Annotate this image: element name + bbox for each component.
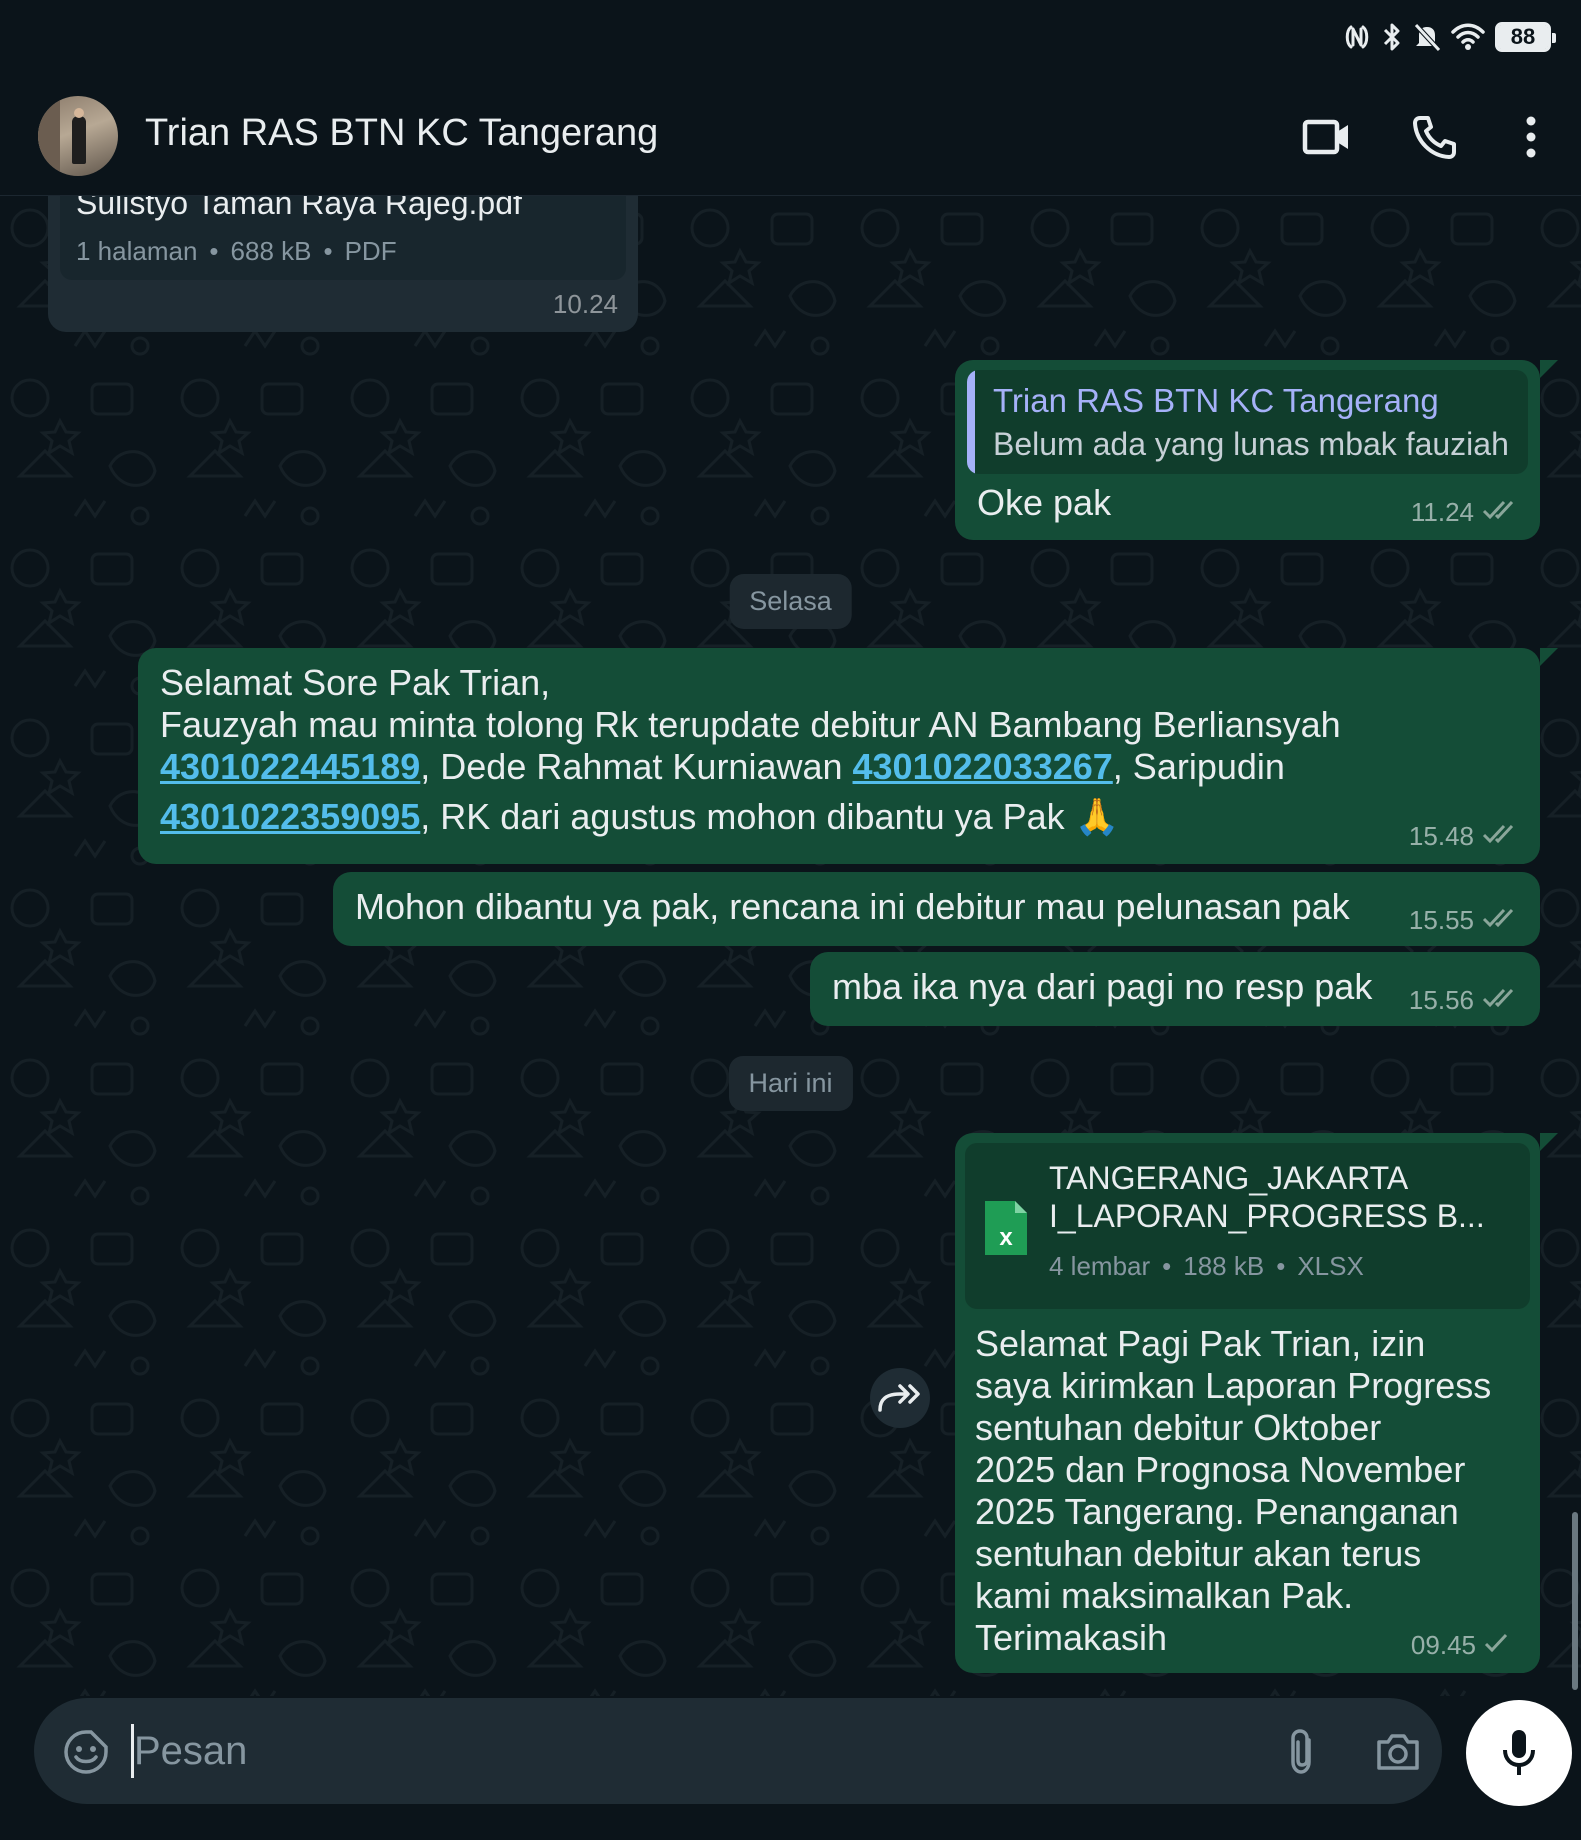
wifi-icon <box>1451 23 1485 51</box>
message-meta: 15.56 <box>1409 985 1520 1016</box>
single-check-icon <box>1484 1630 1510 1661</box>
contact-name[interactable]: Trian RAS BTN KC Tangerang <box>145 112 658 155</box>
message-text: mba ika nya dari pagi no resp pak <box>832 966 1373 1007</box>
message-text: Oke pak <box>977 482 1112 523</box>
camera-icon[interactable] <box>1370 1724 1426 1780</box>
message-time: 10.24 <box>552 289 618 319</box>
message-body: Selamat Sore Pak Trian, Fauzyah mau mint… <box>160 662 1400 838</box>
incoming-document-message[interactable]: Sulistyo Taman Raya Rajeg.pdf 1 halaman •… <box>48 196 638 332</box>
message-time: 15.56 <box>1408 985 1474 1015</box>
more-menu-icon[interactable] <box>1504 110 1558 164</box>
message-meta: 10.24 <box>553 289 618 320</box>
voice-call-icon[interactable] <box>1408 110 1462 164</box>
attach-icon[interactable] <box>1274 1724 1330 1780</box>
message-text: Mohon dibantu ya pak, rencana ini debitu… <box>355 886 1350 927</box>
xlsx-document-card[interactable]: x TANGERANG_JAKARTA I_LAPORAN_PROGRESS B… <box>965 1143 1530 1309</box>
account-number-link[interactable]: 4301022359095 <box>160 796 420 837</box>
excel-file-icon: x <box>983 1199 1029 1262</box>
message-meta: 11.24 <box>1411 497 1520 528</box>
date-separator: Selasa <box>729 574 852 629</box>
account-number-link[interactable]: 4301022445189 <box>160 746 420 787</box>
outgoing-text-message[interactable]: mba ika nya dari pagi no resp pak 15.56 <box>810 952 1540 1026</box>
message-input[interactable] <box>134 1720 1034 1782</box>
message-line: 4301022359095, RK dari agustus mohon dib… <box>160 796 1120 837</box>
pdf-document-card[interactable]: Sulistyo Taman Raya Rajeg.pdf 1 halaman •… <box>60 196 626 280</box>
mic-icon <box>1503 1730 1535 1775</box>
message-time: 15.55 <box>1408 905 1474 935</box>
contact-avatar[interactable] <box>38 96 118 176</box>
bell-off-icon <box>1413 22 1441 52</box>
document-caption: Selamat Pagi Pak Trian, izin saya kirimk… <box>975 1323 1492 1658</box>
svg-text:x: x <box>999 1224 1013 1251</box>
chat-header: Trian RAS BTN KC Tangerang <box>0 78 1581 196</box>
emoji-sticker-icon[interactable] <box>58 1724 114 1780</box>
document-info: 4 lembar • 188 kB • XLSX <box>1049 1251 1364 1281</box>
forward-button[interactable] <box>870 1368 930 1428</box>
message-time: 11.24 <box>1410 497 1474 527</box>
nfc-icon <box>1343 22 1371 52</box>
video-call-icon[interactable] <box>1300 110 1354 164</box>
outgoing-reply-message[interactable]: Trian RAS BTN KC Tangerang Belum ada yan… <box>955 360 1558 540</box>
outgoing-text-message[interactable]: Selamat Sore Pak Trian, Fauzyah mau mint… <box>138 648 1558 864</box>
chat-area[interactable]: Sulistyo Taman Raya Rajeg.pdf 1 halaman •… <box>0 196 1581 1696</box>
voice-message-button[interactable] <box>1466 1700 1572 1806</box>
outgoing-document-message[interactable]: x TANGERANG_JAKARTA I_LAPORAN_PROGRESS B… <box>955 1133 1558 1673</box>
outgoing-text-message[interactable]: Mohon dibantu ya pak, rencana ini debitu… <box>333 872 1540 946</box>
battery-icon: 88 <box>1495 22 1556 52</box>
document-info: 1 halaman • 688 kB • PDF <box>76 236 397 266</box>
status-icons: 88 <box>1343 18 1556 56</box>
bluetooth-icon <box>1381 22 1403 52</box>
quoted-message[interactable]: Trian RAS BTN KC Tangerang Belum ada yan… <box>967 370 1528 474</box>
double-check-icon <box>1482 821 1520 852</box>
double-check-icon <box>1482 497 1520 528</box>
quoted-author: Trian RAS BTN KC Tangerang <box>993 382 1439 419</box>
message-composer <box>34 1698 1442 1804</box>
double-check-icon <box>1482 905 1520 936</box>
quoted-text: Belum ada yang lunas mbak fauziah <box>993 426 1509 462</box>
message-meta: 15.48 <box>1409 821 1520 852</box>
message-time: 15.48 <box>1408 821 1474 851</box>
scrollbar[interactable] <box>1572 1512 1578 1690</box>
message-time: 09.45 <box>1410 1630 1476 1660</box>
message-meta: 15.55 <box>1409 905 1520 936</box>
praying-hands-emoji: 🙏 <box>1074 796 1120 837</box>
message-line: Fauzyah mau minta tolong Rk terupdate de… <box>160 704 1341 745</box>
document-name: TANGERANG_JAKARTA I_LAPORAN_PROGRESS B..… <box>1049 1160 1485 1234</box>
account-number-link[interactable]: 4301022033267 <box>853 746 1113 787</box>
message-line: Selamat Sore Pak Trian, <box>160 662 551 703</box>
document-name: Sulistyo Taman Raya Rajeg.pdf <box>76 196 522 221</box>
double-check-icon <box>1482 985 1520 1016</box>
forward-icon <box>878 1384 920 1412</box>
date-separator: Hari ini <box>728 1056 853 1111</box>
message-line: 4301022445189, Dede Rahmat Kurniawan 430… <box>160 746 1285 787</box>
battery-level: 88 <box>1498 24 1548 49</box>
status-bar: 88 <box>0 0 1581 78</box>
message-meta: 09.45 <box>1411 1630 1510 1661</box>
